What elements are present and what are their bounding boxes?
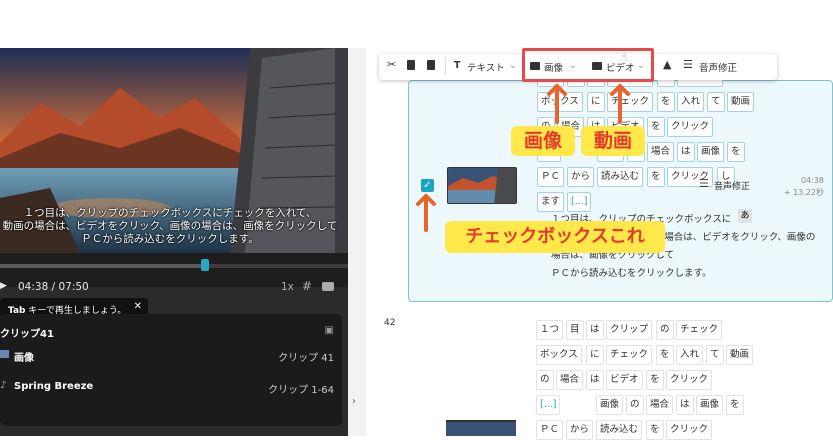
annotation-checkbox: チェックボックスこれ (445, 221, 665, 253)
annotation-arrows (416, 84, 630, 232)
annotation-video: 動画 (581, 126, 645, 156)
arrow-up-checkbox (416, 194, 436, 232)
arrow-up-video (610, 84, 630, 124)
annotation-image: 画像 (511, 126, 575, 156)
arrow-up-image (547, 84, 567, 124)
